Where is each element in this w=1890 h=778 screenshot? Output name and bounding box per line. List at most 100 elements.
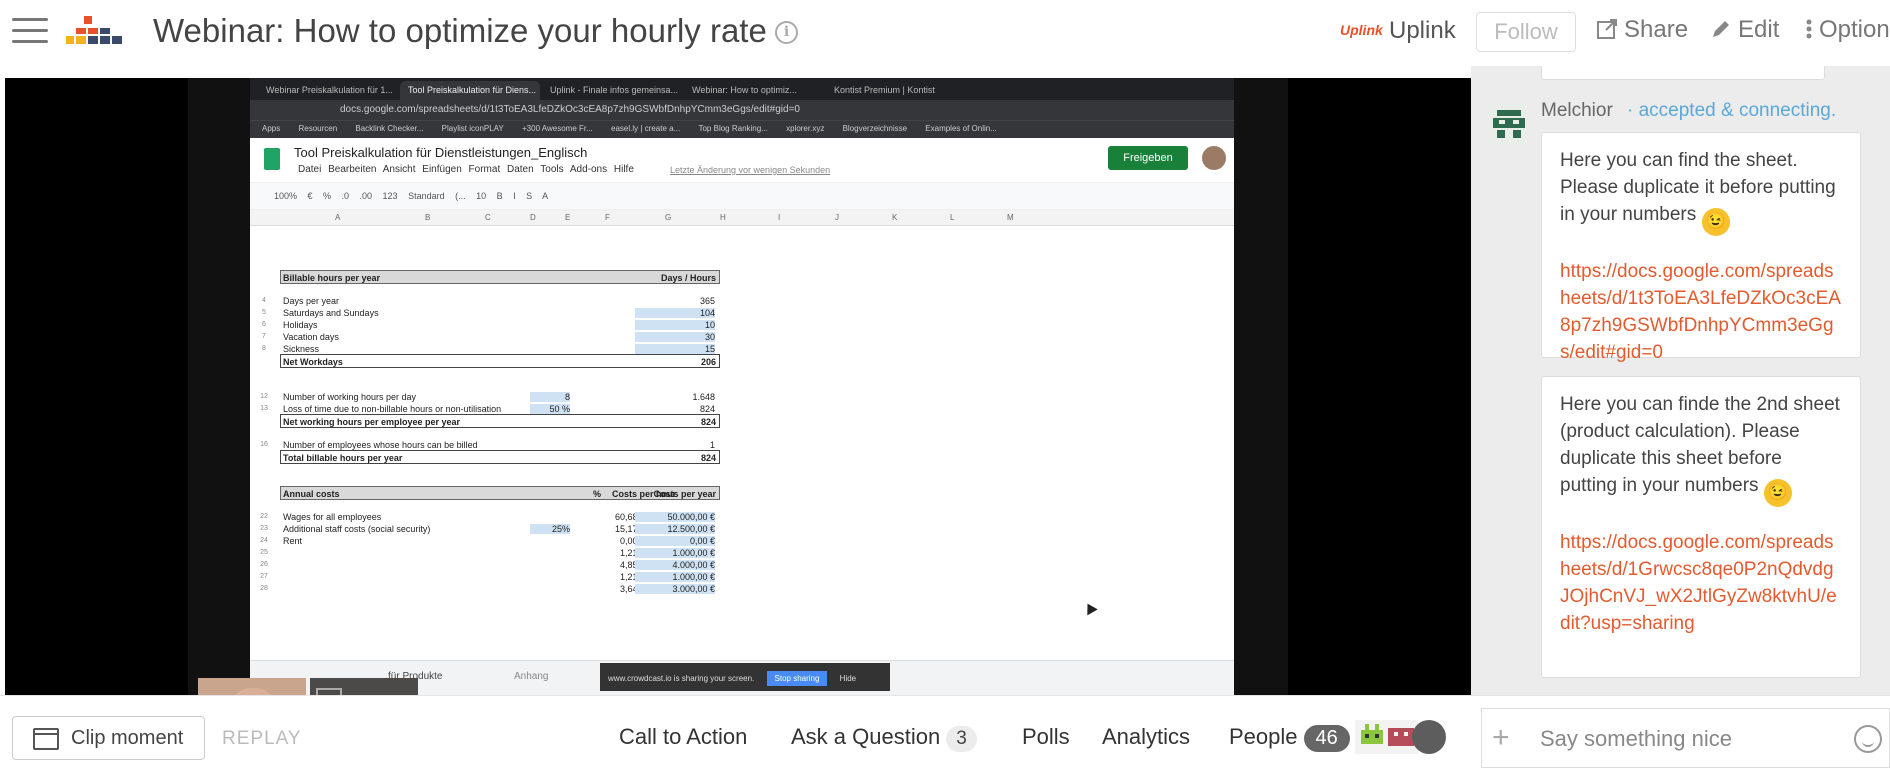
sheet-row: Billable hours per year Days / Hours [280,270,720,284]
row-value: 824 [700,453,716,463]
row-value: 1.000,00 € [635,548,715,558]
column-header: L [950,213,955,222]
info-icon[interactable]: i [775,21,798,44]
crowdcast-logo [66,16,122,44]
row-number: 22 [260,513,268,520]
column-header: E [565,213,571,222]
avatar [1202,146,1226,170]
column-header: I [778,213,781,222]
emoji-picker-icon[interactable] [1854,725,1882,753]
chat-message-text: Here you can find the sheet. Please dupl… [1560,150,1836,225]
row-value: 206 [700,357,716,367]
people-label: People [1229,724,1298,749]
chat-author-status: · accepted & connecting. [1627,100,1837,121]
clapperboard-icon [33,728,59,750]
question-count-badge: 3 [946,726,977,752]
share-button[interactable]: Share [1596,16,1688,44]
row-number: 28 [260,585,268,592]
chat-message-link[interactable]: https://docs.google.com/spreadsheets/d/1… [1560,529,1842,637]
row-label: Number of working hours per day [283,392,417,402]
uplink-logo: Uplink [1340,22,1383,38]
row-value: 104 [635,308,715,318]
column-header: J [835,213,839,222]
pencil-icon [1713,21,1729,37]
row-label: Billable hours per year [283,273,381,283]
chat-panel[interactable]: Melchior · accepted & connecting. Here y… [1471,66,1890,695]
row-number: 12 [260,393,268,400]
chat-input[interactable] [1540,723,1830,755]
row-value: 15 [635,344,715,354]
sheets-logo-icon [264,148,280,170]
sheet-header: Tool Preiskalkulation für Dienstleistung… [250,138,1234,182]
row-label: Loss of time due to non-billable hours o… [283,404,502,414]
clip-moment-button[interactable]: Clip moment [12,716,205,760]
row-value: 365 [699,296,715,306]
column-header: D [530,213,536,222]
column-header: B [425,213,431,222]
screen-sharing-bar: www.crowdcast.io is sharing your screen.… [600,663,890,691]
row-number: 4 [262,297,266,304]
row-number: 24 [260,537,268,544]
page-title: Webinar: How to optimize your hourly rat… [153,12,767,49]
shared-screen: Webinar Preiskalkulation für 1... Tool P… [188,78,1288,695]
share-icon [1597,19,1617,39]
bookmark: Apps [262,124,281,133]
polls-button[interactable]: Polls [1022,724,1070,750]
sheet-grid: Billable hours per year Days / Hours 4 Days… [250,254,1234,695]
row-value: 10 [635,320,715,330]
chat-author[interactable]: Melchior [1541,100,1613,122]
people-button[interactable]: People 46 [1229,724,1350,752]
bookmark: easel.ly | create a... [611,124,681,133]
row-label: Days per year [283,296,340,306]
row-value: 50.000,00 € [635,512,715,522]
more-vertical-icon [1806,19,1812,39]
sheet-row: Total billable hours per year 824 [280,450,720,464]
row-value: 824 [699,404,715,414]
attendee-avatar[interactable] [1412,720,1446,754]
bottom-bar: Clip moment REPLAY Call to Action Ask a … [0,695,1890,778]
plus-icon[interactable]: + [1492,721,1510,755]
follow-button[interactable]: Follow [1476,12,1576,52]
shared-browser-window: Webinar Preiskalkulation für 1... Tool P… [250,78,1234,695]
wink-emoji-icon: 😉 [1763,479,1792,507]
row-number: 6 [262,321,266,328]
row-label: Number of employees whose hours can be b… [283,440,478,450]
row-value: 50 % [530,404,570,414]
row-label: Sickness [283,344,320,354]
browser-tab: Uplink - Finale infos gemeinsa... [550,85,679,95]
organizer-name[interactable]: Uplink [1389,17,1456,45]
column-header: M [1007,213,1014,222]
row-value: 25% [530,524,570,534]
share-label: Share [1624,16,1689,43]
chat-composer: + [1481,708,1890,768]
clip-moment-label: Clip moment [71,727,184,749]
menu-icon[interactable] [12,18,48,46]
browser-tab: Kontist Premium | Kontist [834,85,935,95]
top-bar: Webinar: How to optimize your hourly rat… [0,0,1890,66]
row-label: Wages for all employees [283,512,382,522]
browser-tab-strip: Webinar Preiskalkulation für 1... Tool P… [250,78,1234,100]
sheet-menu: Datei Bearbeiten Ansicht Einfügen Format… [298,164,634,175]
bookmarks-bar: Apps Resourcen Backlink Checker... Playl… [250,120,1234,138]
row-value: 30 [635,332,715,342]
row-number: 25 [260,549,268,556]
column-headers: A B C D E F G H I J K L M [250,210,1234,226]
analytics-button[interactable]: Analytics [1102,724,1190,750]
sheet-toolbar: 100% € % .0 .00 123 Standard (... 10 B I… [250,182,1234,210]
ask-question-button[interactable]: Ask a Question 3 [791,724,977,752]
row-label: Holidays [283,320,318,330]
row-value: 3.000,00 € [635,584,715,594]
bookmark: xplorer.xyz [786,124,825,133]
wink-emoji-icon: 😉 [1701,208,1730,236]
sharing-text: www.crowdcast.io is sharing your screen. [608,674,755,683]
column-header: A [335,213,341,222]
sheet-row: Annual costs% Costs per hour Costs per yea… [280,486,720,500]
row-value: 12.500,00 € [635,524,715,534]
chat-message-link[interactable]: https://docs.google.com/spreadsheets/d/1… [1560,258,1842,366]
edit-button[interactable]: Edit [1710,16,1779,44]
row-label: Saturdays and Sundays [283,308,379,318]
video-stage[interactable]: Webinar Preiskalkulation für 1... Tool P… [5,78,1471,764]
call-to-action-button[interactable]: Call to Action [619,724,747,750]
row-number: 8 [262,345,266,352]
options-button[interactable]: Option [1805,16,1890,44]
